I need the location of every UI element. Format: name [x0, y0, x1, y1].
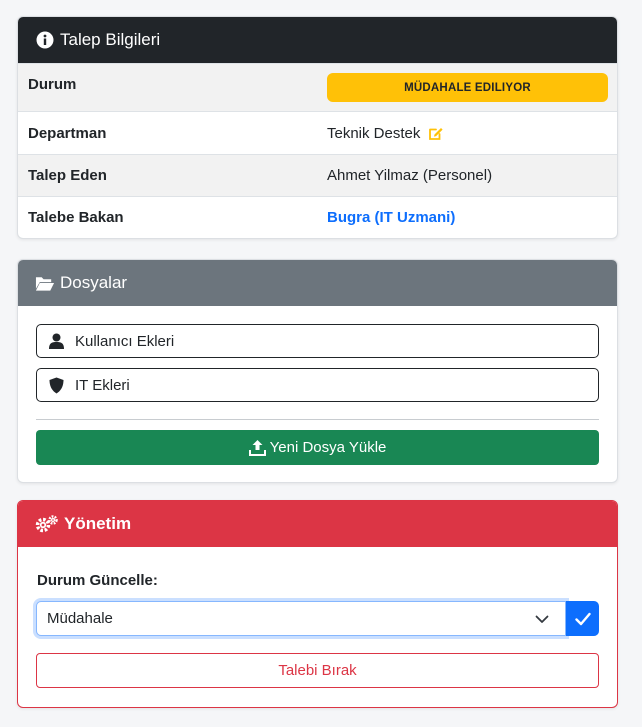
request-info-header: Talep Bilgileri: [18, 17, 617, 63]
files-header: Dosyalar: [18, 260, 617, 306]
upload-label: Yeni Dosya Yükle: [269, 439, 387, 456]
release-label: Talebi Bırak: [278, 662, 357, 679]
files-card: Dosyalar Kullanıcı Ekleri IT Ekleri Yeni…: [17, 259, 618, 483]
row-status: Durum MÜDAHALE EDILIYOR: [18, 63, 617, 111]
row-department: Departman Teknik Destek: [18, 111, 617, 154]
confirm-status-button[interactable]: [566, 601, 599, 636]
chevron-down-icon: [535, 612, 549, 626]
request-info-table: Durum MÜDAHALE EDILIYOR Departman Teknik…: [18, 63, 617, 238]
requester-value: Ahmet Yilmaz (Personel): [327, 167, 493, 184]
department-value: Teknik Destek: [327, 124, 421, 142]
status-update-label: Durum Güncelle:: [37, 572, 158, 589]
admin-title: Yönetim: [64, 514, 132, 533]
it-attachments-button[interactable]: IT Ekleri: [36, 368, 599, 402]
row-label: Talep Eden: [28, 167, 107, 184]
assignee-link[interactable]: Bugra (IT Uzmani): [327, 209, 455, 226]
admin-card: Yönetim Durum Güncelle: Müdahale Talebi …: [17, 500, 618, 708]
row-requester: Talep Eden Ahmet Yilmaz (Personel): [18, 154, 617, 196]
user-attachments-label: Kullanıcı Ekleri: [75, 332, 175, 350]
row-label: Talebe Bakan: [28, 209, 124, 226]
user-attachments-button[interactable]: Kullanıcı Ekleri: [36, 324, 599, 358]
upload-icon: [248, 439, 266, 456]
files-title: Dosyalar: [60, 273, 128, 292]
gears-icon: [35, 514, 59, 534]
request-info-card: Talep Bilgileri Durum MÜDAHALE EDILIYOR …: [17, 16, 618, 239]
info-circle-icon: [35, 30, 55, 50]
edit-icon[interactable]: [428, 125, 444, 141]
row-label: Departman: [28, 124, 107, 142]
release-request-button[interactable]: Talebi Bırak: [36, 653, 599, 688]
it-attachments-label: IT Ekleri: [75, 376, 130, 394]
status-badge: MÜDAHALE EDILIYOR: [327, 73, 608, 102]
admin-header: Yönetim: [18, 501, 617, 547]
divider: [36, 419, 599, 420]
request-info-title: Talep Bilgileri: [60, 30, 161, 49]
shield-icon: [47, 376, 65, 394]
row-label: Durum: [28, 76, 77, 93]
row-assignee: Talebe Bakan Bugra (IT Uzmani): [18, 196, 617, 238]
user-icon: [47, 332, 65, 350]
status-select[interactable]: Müdahale: [36, 601, 566, 636]
folder-open-icon: [35, 273, 55, 293]
upload-file-button[interactable]: Yeni Dosya Yükle: [36, 430, 599, 465]
status-select-value: Müdahale: [47, 610, 113, 627]
check-icon: [574, 612, 591, 626]
